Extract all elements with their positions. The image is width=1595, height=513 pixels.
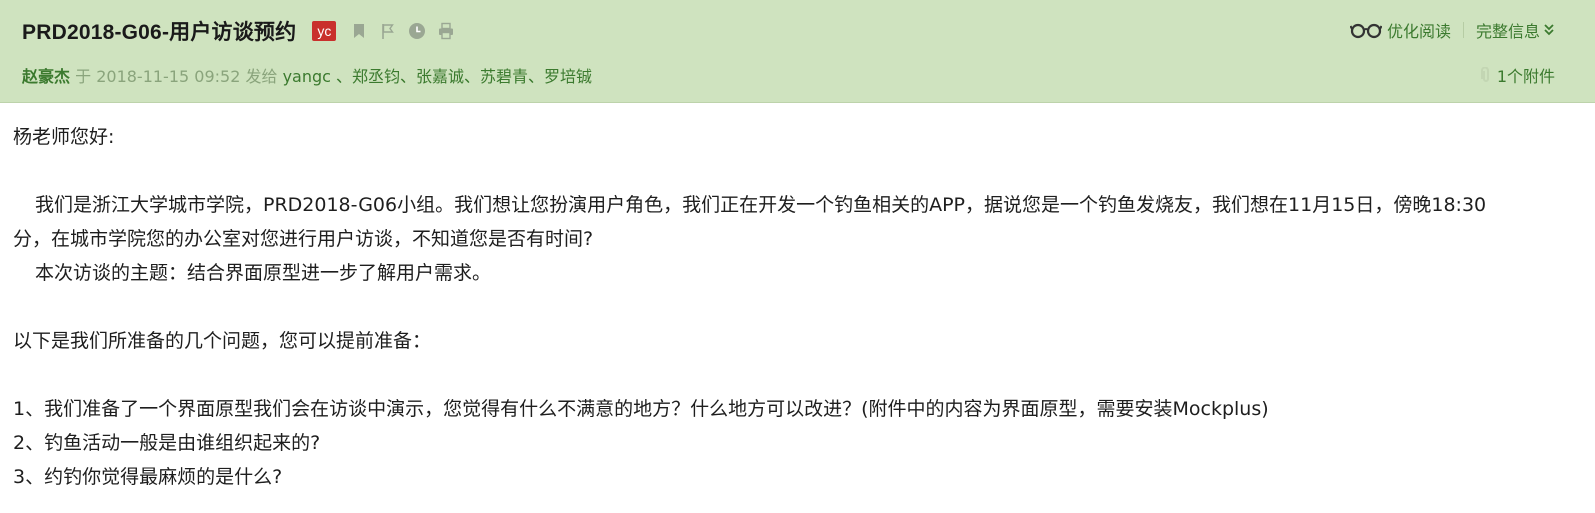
bookmark-icon[interactable] xyxy=(350,22,368,40)
attachments-link[interactable]: 1个附件 xyxy=(1480,63,1555,87)
full-info-label: 完整信息 xyxy=(1475,22,1540,41)
recipients[interactable]: yangc 、郑丞钧、张嘉诚、苏碧青、罗培铖 xyxy=(283,67,592,86)
body-paragraph-2: 本次访谈的主题：结合界面原型进一步了解用户需求。 xyxy=(35,262,492,284)
greeting: 杨老师您好: xyxy=(13,126,115,148)
print-icon[interactable] xyxy=(437,22,455,40)
header-tools: 优化阅读 完整信息 xyxy=(1349,18,1555,42)
clock-icon[interactable] xyxy=(408,22,426,40)
body-paragraph-1-cont: 分，在城市学院您的办公室对您进行用户访谈，不知道您是否有时间? xyxy=(13,228,594,250)
meta-at: 于 xyxy=(70,67,97,86)
tool-divider xyxy=(1462,22,1464,38)
mail-body: 杨老师您好: 我们是浙江大学城市学院，PRD2018-G06小组。我们想让您扮演… xyxy=(13,120,1573,494)
title-row: PRD2018-G06-用户访谈预约 yc xyxy=(22,16,455,46)
paperclip-icon xyxy=(1480,67,1489,82)
optimize-read-label: 优化阅读 xyxy=(1386,22,1451,41)
double-chevron-down-icon xyxy=(1544,24,1554,36)
flag-icon[interactable] xyxy=(379,22,397,40)
meta-sent-to: 发给 xyxy=(240,67,283,86)
question-item: 1、我们准备了一个界面原型我们会在访谈中演示，您觉得有什么不满意的地方？什么地方… xyxy=(13,398,1269,420)
mail-header: PRD2018-G06-用户访谈预约 yc 优化阅读 完整信息 赵豪杰 于 20… xyxy=(0,0,1595,103)
glasses-icon xyxy=(1349,23,1382,39)
full-info-button[interactable]: 完整信息 xyxy=(1476,18,1555,42)
body-paragraph-1: 我们是浙江大学城市学院，PRD2018-G06小组。我们想让您扮演用户角色，我们… xyxy=(35,194,1487,216)
optimize-read-button[interactable]: 优化阅读 xyxy=(1349,18,1451,42)
questions-intro: 以下是我们所准备的几个问题，您可以提前准备： xyxy=(13,330,432,352)
attachments-count: 1个附件 xyxy=(1496,67,1555,86)
sender-name[interactable]: 赵豪杰 xyxy=(22,67,70,86)
mail-subject: PRD2018-G06-用户访谈预约 xyxy=(22,21,297,44)
question-item: 3、约钓你觉得最麻烦的是什么? xyxy=(13,466,283,488)
tag-badge[interactable]: yc xyxy=(312,21,337,41)
mail-meta: 赵豪杰 于 2018-11-15 09:52 发给 yangc 、郑丞钧、张嘉诚… xyxy=(22,63,592,87)
sent-datetime: 2018-11-15 09:52 xyxy=(96,67,241,86)
question-item: 2、钓鱼活动一般是由谁组织起来的? xyxy=(13,432,321,454)
